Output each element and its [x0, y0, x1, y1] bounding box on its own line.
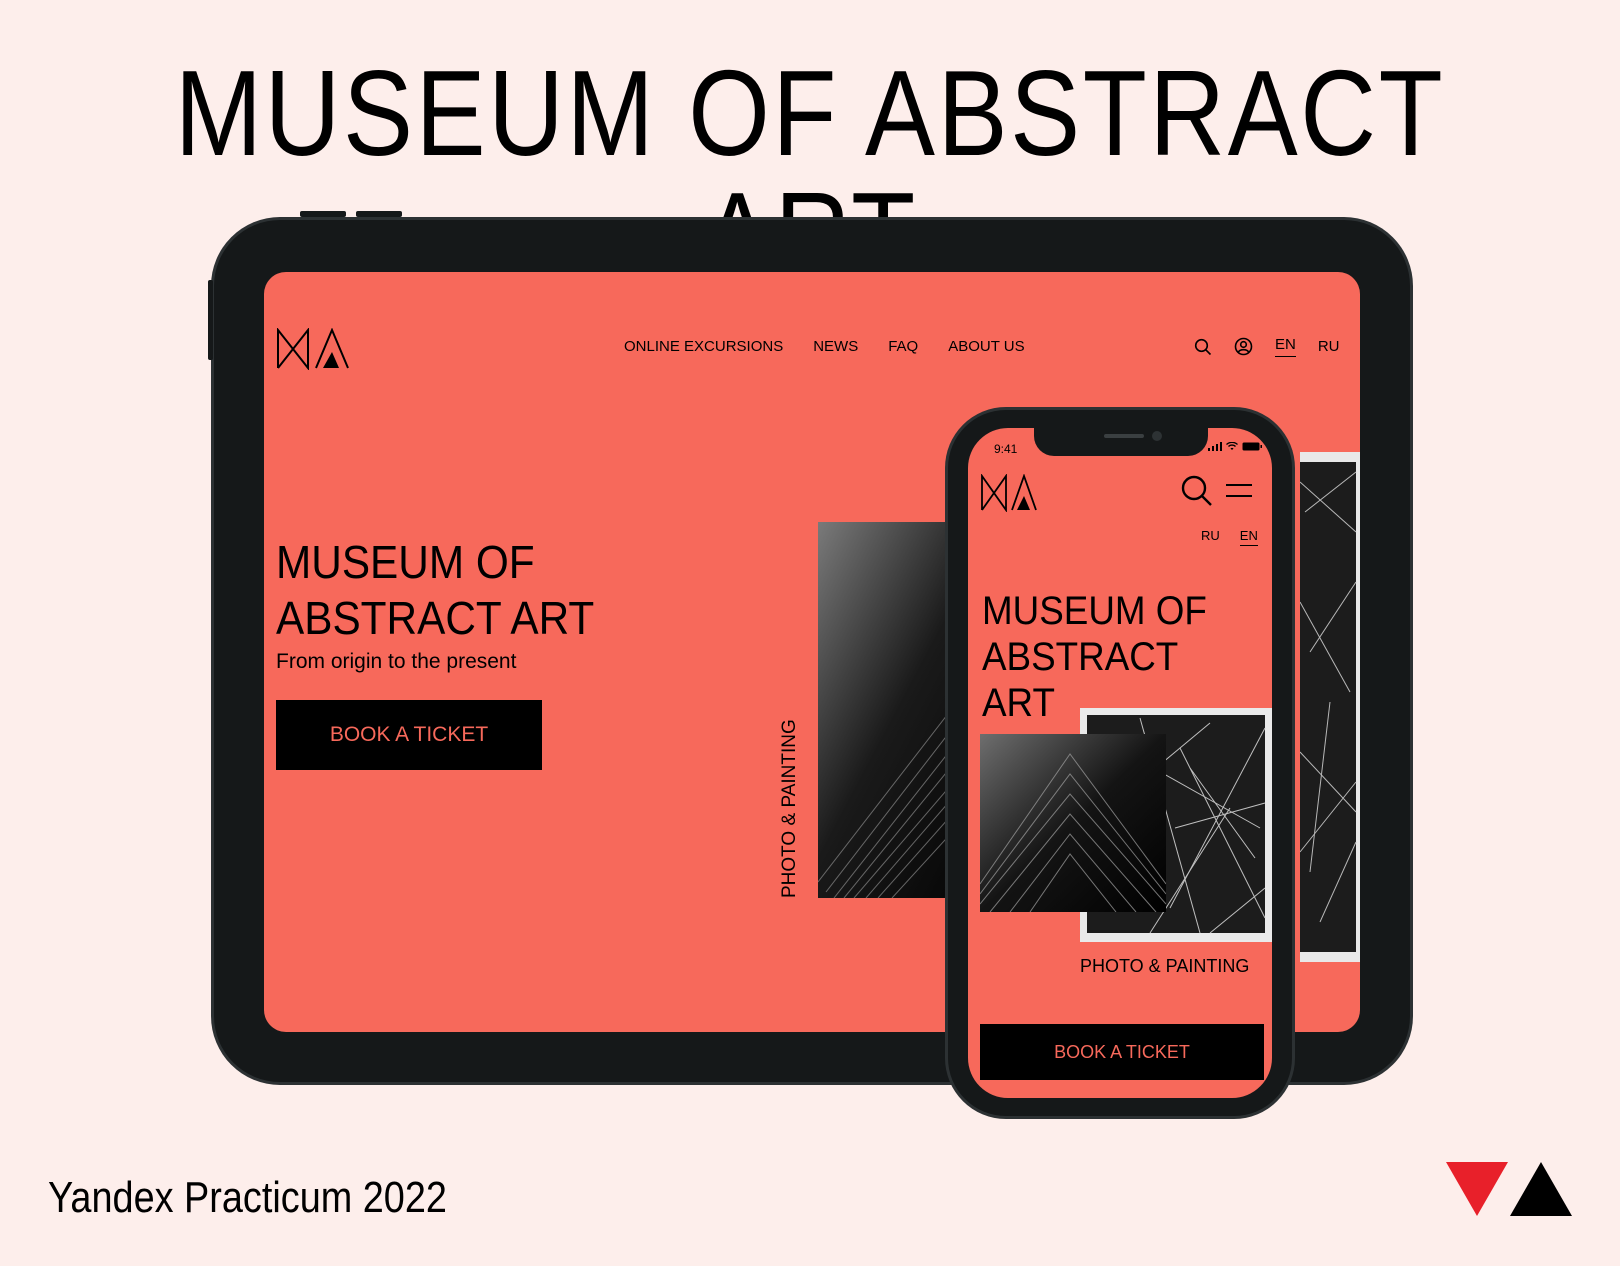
hero-subtitle: From origin to the present: [276, 650, 517, 673]
search-icon[interactable]: [1194, 338, 1212, 356]
museum-logo[interactable]: [980, 474, 1038, 512]
hero-title-line-2: ABSTRACT ART: [276, 592, 595, 644]
artwork-painting[interactable]: [1300, 452, 1360, 962]
hero-title-line-1: MUSEUM OF: [276, 536, 535, 588]
nav-news[interactable]: NEWS: [813, 338, 858, 355]
lang-ru-link[interactable]: RU: [1318, 338, 1340, 355]
lang-ru-link[interactable]: RU: [1201, 528, 1220, 546]
battery-icon: [1242, 442, 1262, 451]
nav-about-us[interactable]: ABOUT US: [948, 338, 1024, 355]
status-time: 9:41: [994, 442, 1018, 456]
language-switcher: RU EN: [1201, 528, 1258, 546]
yandex-practicum-logo: [1446, 1162, 1572, 1216]
section-label-vertical: PHOTO & PAINTING: [779, 719, 800, 898]
user-icon[interactable]: [1234, 337, 1253, 356]
nav-online-excursions[interactable]: ONLINE EXCURSIONS: [624, 338, 783, 355]
main-nav: ONLINE EXCURSIONS NEWS FAQ ABOUT US: [624, 338, 1025, 355]
lang-en-link[interactable]: EN: [1239, 528, 1258, 546]
hero-title: MUSEUM OF ABSTRACT ART: [276, 534, 594, 646]
footer-credit: Yandex Practicum 2022: [48, 1173, 447, 1222]
front-camera: [1152, 431, 1162, 441]
speaker-grille: [1104, 434, 1144, 438]
tablet-button-top-1: [300, 211, 346, 217]
book-ticket-button[interactable]: BOOK A TICKET: [276, 700, 542, 770]
phone-frame: 9:41 RU EN MUSEUM OF ABSTRACT ART PHOTO …: [948, 410, 1292, 1116]
lang-en-link[interactable]: EN: [1275, 336, 1296, 357]
book-ticket-button[interactable]: BOOK A TICKET: [980, 1024, 1264, 1080]
section-label: PHOTO & PAINTING: [1080, 956, 1250, 976]
header-tools: EN RU: [1194, 336, 1340, 357]
wifi-icon: [1226, 442, 1238, 450]
phone-notch: [1034, 428, 1208, 456]
phone-screen: 9:41 RU EN MUSEUM OF ABSTRACT ART PHOTO …: [968, 428, 1272, 1098]
museum-logo[interactable]: [276, 328, 350, 370]
nav-faq[interactable]: FAQ: [888, 338, 918, 355]
tablet-button-side: [208, 280, 213, 360]
signal-icon: [1208, 442, 1222, 451]
search-icon[interactable]: [1180, 474, 1214, 508]
menu-icon[interactable]: [1224, 480, 1254, 502]
status-icons: [1208, 442, 1262, 451]
hero-title-line-1: MUSEUM OF: [982, 589, 1207, 633]
hero-title: MUSEUM OF ABSTRACT ART: [982, 588, 1249, 726]
artwork-photo[interactable]: [980, 734, 1166, 912]
tablet-button-top-2: [356, 211, 402, 217]
